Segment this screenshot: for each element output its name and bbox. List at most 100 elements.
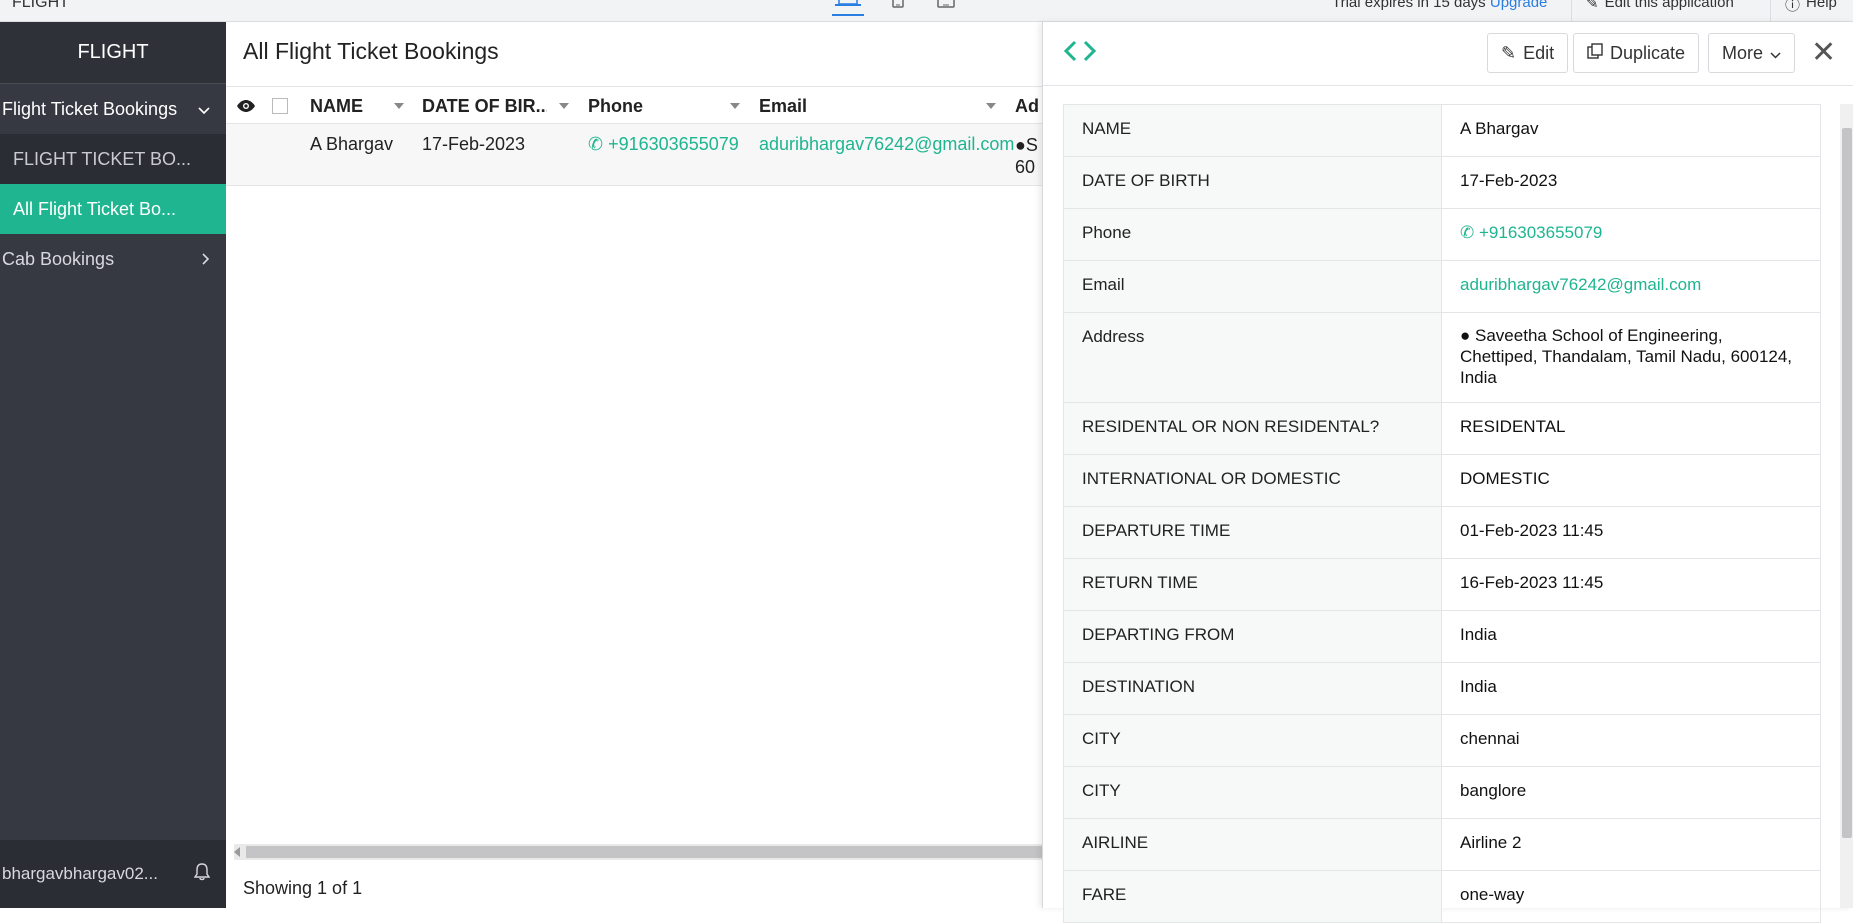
help-button[interactable]: ⓘ Help <box>1770 0 1851 21</box>
detail-row: RETURN TIME 16-Feb-2023 11:45 <box>1063 558 1821 611</box>
field-label: RETURN TIME <box>1063 558 1442 611</box>
detail-row: NAME A Bhargav <box>1063 104 1821 157</box>
trial-notice: Trial expires in 15 days Upgrade <box>1332 0 1547 11</box>
field-label: Address <box>1063 312 1442 403</box>
cell-dob: 17-Feb-2023 <box>422 134 526 154</box>
cell-email[interactable]: aduribhargav76242@gmail.com <box>759 134 1014 155</box>
record-count: Showing 1 of 1 <box>243 878 363 898</box>
column-header-email[interactable]: Email <box>759 87 807 125</box>
user-name[interactable]: bhargavbhargav02... <box>2 864 158 884</box>
detail-row: RESIDENTAL OR NON RESIDENTAL? RESIDENTAL <box>1063 402 1821 455</box>
field-label: DEPARTURE TIME <box>1063 506 1442 559</box>
close-icon[interactable]: ✕ <box>1811 38 1836 68</box>
field-value: 01-Feb-2023 11:45 <box>1441 506 1821 559</box>
detail-row: Phone ✆ +916303655079 <box>1063 208 1821 261</box>
field-label: Phone <box>1063 208 1442 261</box>
edit-application-button[interactable]: ✎ Edit this application <box>1571 0 1748 21</box>
table-row[interactable]: A Bhargav 17-Feb-2023 ✆ +916303655079 ad… <box>226 124 1042 186</box>
sidebar-user-bar: bhargavbhargav02... <box>0 840 226 908</box>
mobile-icon[interactable] <box>930 0 962 16</box>
sort-caret-icon[interactable] <box>730 103 740 109</box>
horizontal-scrollbar[interactable] <box>234 844 1042 860</box>
field-label: Email <box>1063 260 1442 313</box>
tablet-icon[interactable] <box>882 0 914 16</box>
field-value: A Bhargav <box>1441 104 1821 157</box>
column-header-address[interactable]: Ad <box>1015 87 1042 125</box>
chevron-down-icon <box>198 99 210 120</box>
record-detail-panel: ✎ Edit Duplicate More ✕ NAME A Bhargav D… <box>1042 22 1853 923</box>
scrollbar-thumb[interactable] <box>246 846 1042 858</box>
chevron-down-icon <box>1770 43 1781 64</box>
field-value: 16-Feb-2023 11:45 <box>1441 558 1821 611</box>
detail-row: DEPARTING FROM India <box>1063 610 1821 663</box>
app-name: FLIGHT <box>12 0 69 11</box>
field-value: one-way <box>1441 870 1821 923</box>
panel-toolbar: ✎ Edit Duplicate More ✕ <box>1043 22 1853 86</box>
pencil-icon: ✎ <box>1586 0 1599 12</box>
sort-caret-icon[interactable] <box>394 103 404 109</box>
field-value-address: ● Saveetha School of Engineering, Chetti… <box>1441 312 1821 403</box>
sidebar-item-flight-ticket-form[interactable]: FLIGHT TICKET BO... <box>0 134 226 184</box>
sidebar-app-title: FLIGHT <box>0 22 226 84</box>
field-label: CITY <box>1063 714 1442 767</box>
field-value: India <box>1441 662 1821 715</box>
bell-icon[interactable] <box>193 862 211 886</box>
field-label: DATE OF BIRTH <box>1063 156 1442 209</box>
field-label: NAME <box>1063 104 1442 157</box>
field-label: DEPARTING FROM <box>1063 610 1442 663</box>
upgrade-link[interactable]: Upgrade <box>1490 0 1548 11</box>
map-marker-icon: ● <box>1460 326 1471 345</box>
column-header-phone[interactable]: Phone <box>588 87 643 125</box>
pencil-icon: ✎ <box>1501 42 1517 63</box>
sidebar-item-all-flight-bookings[interactable]: All Flight Ticket Bo... <box>0 184 226 234</box>
more-button[interactable]: More <box>1708 33 1796 73</box>
field-value: DOMESTIC <box>1441 454 1821 507</box>
field-label: INTERNATIONAL OR DOMESTIC <box>1063 454 1442 507</box>
sidebar: FLIGHT Flight Ticket Bookings FLIGHT TIC… <box>0 22 226 908</box>
code-icon[interactable] <box>1063 40 1097 67</box>
sort-caret-icon[interactable] <box>559 103 569 109</box>
detail-row: CITY banglore <box>1063 766 1821 819</box>
detail-row: AIRLINE Airline 2 <box>1063 818 1821 871</box>
detail-row: Address ● Saveetha School of Engineering… <box>1063 312 1821 403</box>
scroll-left-icon[interactable] <box>234 847 240 857</box>
copy-icon <box>1587 42 1603 64</box>
field-label: RESIDENTAL OR NON RESIDENTAL? <box>1063 402 1442 455</box>
phone-icon: ✆ <box>588 134 604 154</box>
cell-phone[interactable]: ✆ +916303655079 <box>588 134 739 155</box>
page-title: All Flight Ticket Bookings <box>243 38 499 64</box>
field-value: 17-Feb-2023 <box>1441 156 1821 209</box>
detail-row: Email aduribhargav76242@gmail.com <box>1063 260 1821 313</box>
column-header-name[interactable]: NAME <box>310 87 363 125</box>
chevron-right-icon <box>202 249 210 270</box>
map-marker-icon: ● <box>1015 135 1026 155</box>
select-all-checkbox[interactable] <box>272 87 288 125</box>
field-value: banglore <box>1441 766 1821 819</box>
detail-row: INTERNATIONAL OR DOMESTIC DOMESTIC <box>1063 454 1821 507</box>
detail-row: DESTINATION India <box>1063 662 1821 715</box>
report-area: All Flight Ticket Bookings NAME DATE OF … <box>226 22 1042 908</box>
top-bar: FLIGHT Trial expires in 15 days Upgrade … <box>0 0 1853 22</box>
sidebar-group-flight-bookings[interactable]: Flight Ticket Bookings <box>0 84 226 134</box>
sidebar-group-cab-bookings[interactable]: Cab Bookings <box>0 234 226 284</box>
cell-address: ●S 60 <box>1015 135 1038 177</box>
column-header-dob[interactable]: DATE OF BIR... <box>422 87 547 125</box>
laptop-icon[interactable] <box>832 0 864 16</box>
edit-button[interactable]: ✎ Edit <box>1487 33 1569 73</box>
field-value: Airline 2 <box>1441 818 1821 871</box>
field-value-email[interactable]: aduribhargav76242@gmail.com <box>1441 260 1821 313</box>
duplicate-button[interactable]: Duplicate <box>1573 33 1700 73</box>
field-label: DESTINATION <box>1063 662 1442 715</box>
vertical-scrollbar[interactable] <box>1840 104 1853 908</box>
field-value-phone[interactable]: ✆ +916303655079 <box>1441 208 1821 261</box>
sort-caret-icon[interactable] <box>986 103 996 109</box>
eye-icon[interactable] <box>236 87 256 125</box>
detail-fields-table: NAME A Bhargav DATE OF BIRTH 17-Feb-2023… <box>1063 104 1821 923</box>
table-header: NAME DATE OF BIR... Phone Email Ad <box>226 86 1042 124</box>
scrollbar-thumb[interactable] <box>1842 128 1852 838</box>
field-label: AIRLINE <box>1063 818 1442 871</box>
help-icon: ⓘ <box>1785 0 1801 14</box>
field-value: RESIDENTAL <box>1441 402 1821 455</box>
field-value: chennai <box>1441 714 1821 767</box>
detail-row: FARE one-way <box>1063 870 1821 923</box>
